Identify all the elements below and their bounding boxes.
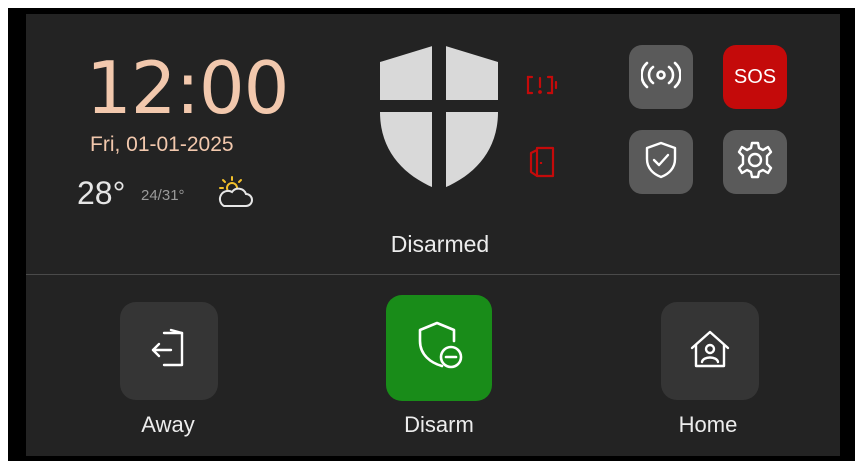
exit-door-icon [149, 327, 189, 376]
sos-label: SOS [733, 65, 777, 88]
clock-date: Fri, 01-01-2025 [90, 133, 234, 156]
gear-icon [735, 140, 775, 185]
divider [26, 274, 840, 275]
tamper-alert-icon [524, 72, 560, 98]
wireless-button[interactable] [629, 45, 693, 109]
current-temperature: 28° [77, 175, 126, 211]
sos-button[interactable]: SOS [723, 45, 787, 109]
protect-button[interactable] [629, 130, 693, 194]
door-icon [528, 146, 556, 178]
home-label: Home [678, 412, 738, 437]
away-label: Away [141, 412, 195, 437]
home-mode-button[interactable] [661, 302, 759, 400]
partly-sunny-icon [215, 175, 255, 211]
clock-time: 12:00 [86, 46, 289, 130]
wireless-signal-icon [640, 61, 682, 94]
disarm-label: Disarm [404, 412, 474, 437]
disarm-mode-button[interactable] [386, 295, 492, 401]
shield-minus-icon [413, 319, 465, 378]
system-status: Disarmed [390, 231, 490, 257]
temperature-range: 24/31° [141, 187, 185, 204]
home-person-icon [688, 328, 732, 375]
settings-button[interactable] [723, 130, 787, 194]
shield-icon [378, 42, 500, 192]
shield-check-icon [643, 140, 679, 185]
away-mode-button[interactable] [120, 302, 218, 400]
